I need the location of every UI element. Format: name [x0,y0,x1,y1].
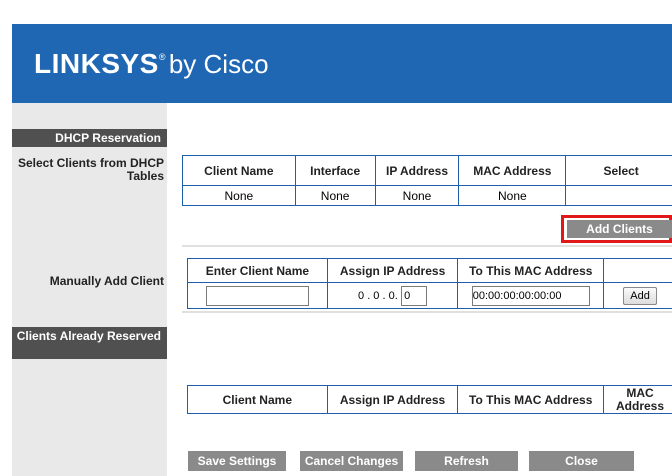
cell-mac-address: None [458,185,567,206]
reserved-clients-table: Client Name Assign IP Address To This MA… [187,385,672,414]
ip-prefix: 0 . 0 . 0. [358,289,398,302]
cell-interface: None [294,185,376,206]
col-to-mac: To This MAC Address [457,385,605,414]
manual-add-table: Enter Client Name Assign IP Address To T… [187,258,672,309]
cell-mac-input [457,282,605,309]
cell-add: Add [603,282,672,309]
cell-ip-input: 0 . 0 . 0. 0 [326,282,459,309]
section-clients-reserved: Clients Already Reserved [12,327,167,359]
add-clients-button[interactable]: Add Clients [567,220,672,238]
table-row: 0 . 0 . 0. 0 Add [187,282,672,309]
cancel-changes-button[interactable]: Cancel Changes [300,451,403,471]
header-banner: LINKSYS® by Cisco [12,24,672,103]
dhcp-clients-table: Client Name Interface IP Address MAC Add… [182,155,672,206]
cell-select [565,185,672,206]
col-select: Select [565,155,672,186]
table-row: None None None None [182,185,672,206]
ip-last-octet-input[interactable]: 0 [401,285,428,306]
close-button[interactable]: Close [529,451,634,471]
registered-mark: ® [158,52,166,62]
col-ip-address: IP Address [374,155,460,186]
section-title: Clients Already Reserved [16,329,161,343]
label-select-clients: Select Clients from DHCP Tables [17,156,164,183]
mac-address-input[interactable] [471,285,590,306]
col-action [603,258,672,283]
col-mac-address: MAC Address [458,155,567,186]
refresh-button[interactable]: Refresh [415,451,518,471]
label-manually-add-client: Manually Add Client [49,274,164,288]
divider [182,311,672,313]
content-top-spacer [167,103,672,116]
col-interface: Interface [294,155,376,186]
top-band [0,0,672,24]
brand-name: LINKSYS [34,48,159,79]
col-assign-ip: Assign IP Address [326,385,459,414]
col-mac-address: MAC Address [603,385,672,414]
linksys-logo: LINKSYS® by Cisco [34,48,269,80]
brand-by-cisco: by Cisco [168,49,269,79]
section-dhcp-reservation: DHCP Reservation [12,129,167,147]
save-settings-button[interactable]: Save Settings [188,451,286,471]
cell-client-name: None [182,185,296,206]
col-enter-client-name: Enter Client Name [187,258,328,283]
col-client-name: Client Name [182,155,296,186]
col-client-name: Client Name [187,385,328,414]
cell-ip-address: None [374,185,460,206]
section-title: DHCP Reservation [55,131,161,145]
client-name-input[interactable] [205,285,309,306]
cell-client-name-input [187,282,328,309]
add-button[interactable]: Add [623,286,657,305]
divider [182,245,672,247]
col-assign-ip: Assign IP Address [326,258,459,283]
col-to-mac: To This MAC Address [457,258,605,283]
add-clients-highlight: Add Clients [561,215,672,243]
